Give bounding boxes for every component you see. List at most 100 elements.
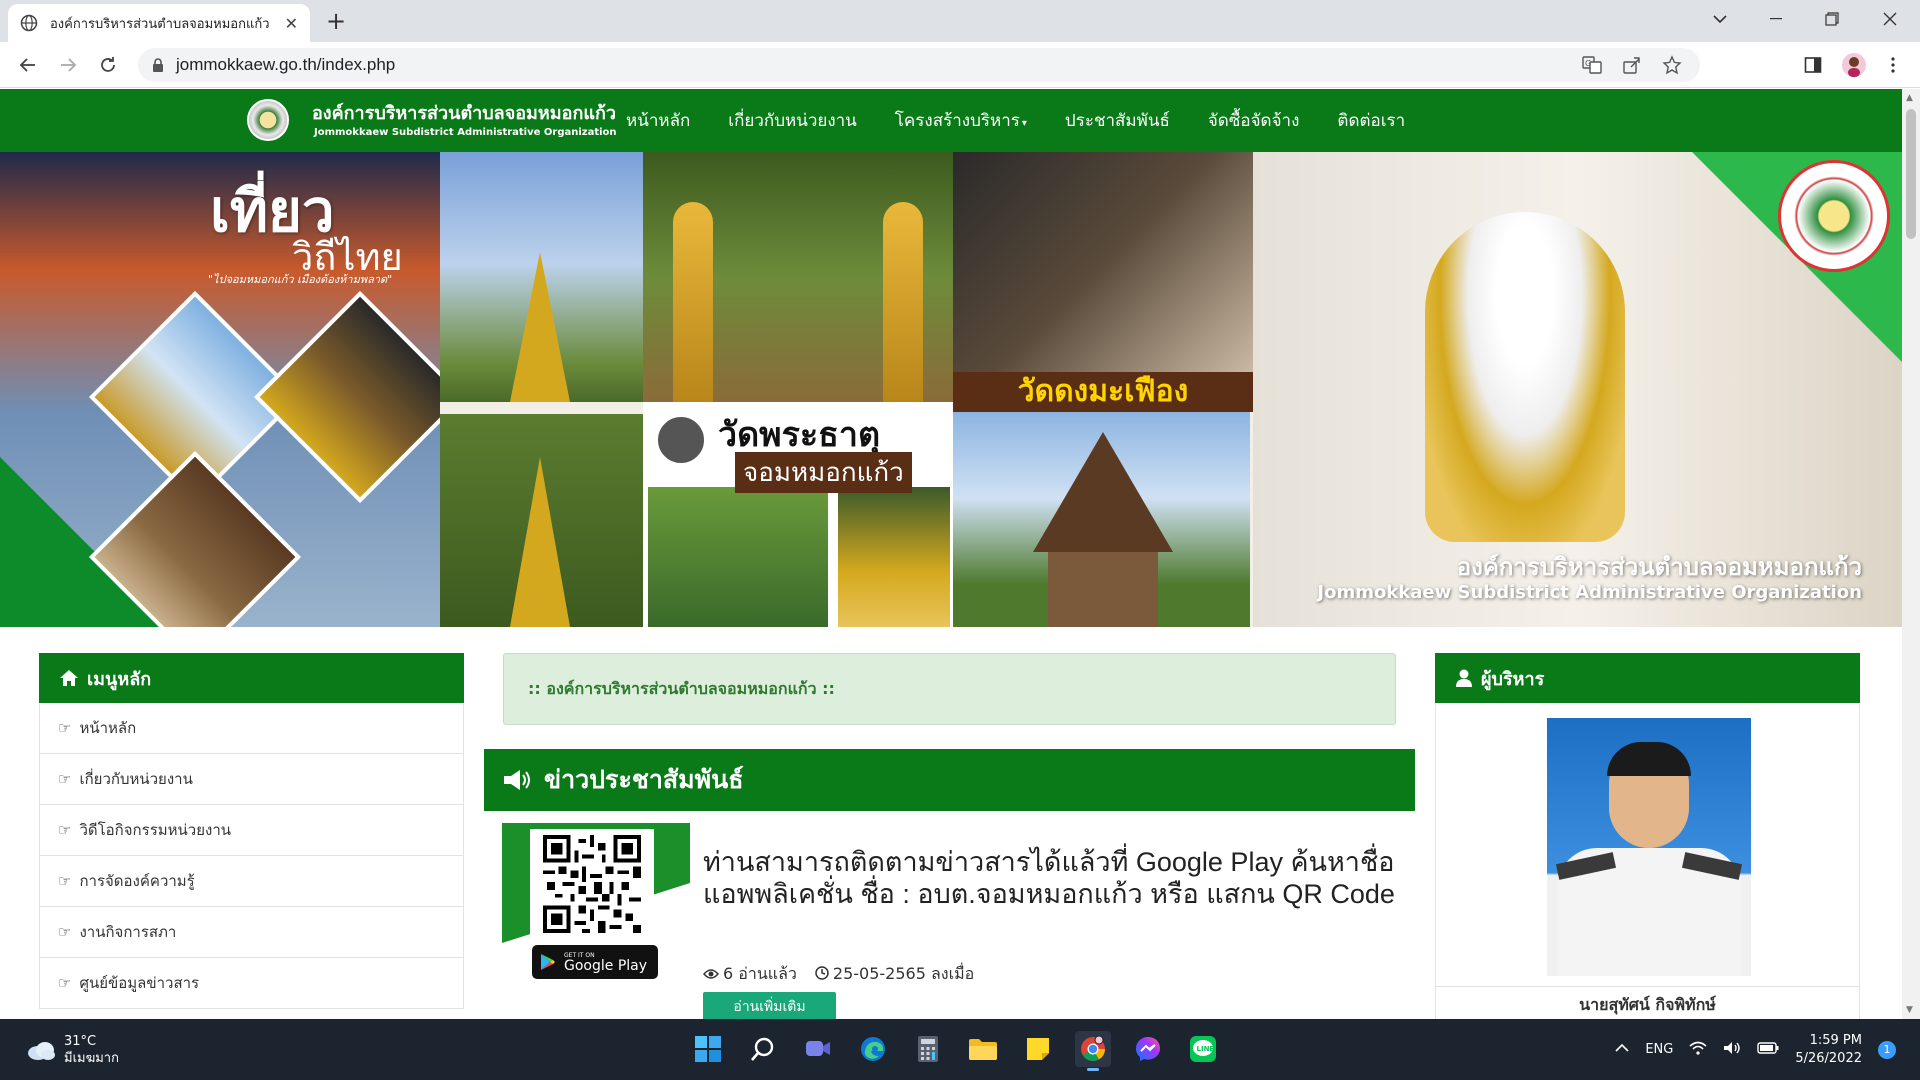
chevron-up-icon[interactable] — [1615, 1042, 1629, 1057]
google-play-icon — [541, 954, 555, 970]
clock-date: 5/26/2022 — [1795, 1050, 1862, 1066]
new-tab-button[interactable]: + — [322, 8, 350, 36]
sticky-note-icon — [1027, 1038, 1049, 1060]
executive-name: นายสุทัศน์ กิจพิทักษ์ — [1579, 995, 1716, 1014]
start-button[interactable] — [690, 1031, 726, 1067]
star-icon[interactable] — [1662, 55, 1682, 75]
banner-org-th: องค์การบริหารส่วนตำบลจอมหมอกแก้ว — [1456, 553, 1862, 581]
executive-header: ผู้บริหาร — [1435, 653, 1860, 703]
language-indicator[interactable]: ENG — [1645, 1042, 1673, 1057]
tab-title: องค์การบริหารส่วนตำบลจอมหมอกแก้ว — [50, 16, 270, 32]
browser-toolbar: jommokkaew.go.th/index.php G — [0, 42, 1920, 88]
close-icon — [1883, 12, 1897, 26]
nav-structure[interactable]: โครงสร้างบริหาร ▾ — [895, 107, 1027, 134]
reload-button[interactable] — [94, 51, 122, 79]
translate-icon[interactable]: G — [1582, 55, 1602, 75]
nav-pr[interactable]: ประชาสัมพันธ์ — [1065, 107, 1170, 134]
page-scrollbar[interactable]: ▲ ▼ — [1902, 89, 1920, 1019]
sidebar-item-label: การจัดองค์ความรู้ — [79, 872, 195, 890]
weather-widget[interactable]: 31°C มีเมฆมาก — [26, 1033, 119, 1067]
calculator-button[interactable] — [910, 1031, 946, 1067]
browser-tab-strip: องค์การบริหารส่วนตำบลจอมหมอกแก้ว ✕ + — [0, 0, 1920, 42]
minimize-button[interactable] — [1748, 0, 1804, 38]
nav-home[interactable]: หน้าหลัก — [626, 107, 690, 134]
forward-button[interactable] — [54, 51, 82, 79]
hand-point-icon: ☞ — [58, 923, 72, 941]
naga-right — [883, 202, 923, 402]
sidebar-item-about[interactable]: ☞ เกี่ยวกับหน่วยงาน — [39, 754, 464, 805]
news-views-text: 6 อ่านแล้ว — [723, 964, 797, 983]
back-button[interactable] — [14, 51, 42, 79]
clock[interactable]: 1:59 PM 5/26/2022 — [1795, 1032, 1862, 1068]
hand-point-icon: ☞ — [58, 974, 72, 992]
chat-camera-icon — [806, 1041, 830, 1056]
reload-icon — [101, 57, 115, 72]
read-more-button[interactable]: อ่านเพิ่มเติม — [703, 992, 836, 1019]
share-icon[interactable] — [1622, 55, 1642, 75]
edge-button[interactable] — [855, 1031, 891, 1067]
browser-tab[interactable]: องค์การบริหารส่วนตำบลจอมหมอกแก้ว ✕ — [8, 4, 310, 42]
teams-chat-button[interactable] — [800, 1031, 836, 1067]
nav-contact[interactable]: ติดต่อเรา — [1337, 107, 1405, 134]
volume-icon[interactable] — [1723, 1041, 1741, 1059]
org-seal — [1778, 160, 1890, 272]
search-button[interactable] — [745, 1031, 781, 1067]
qr-code — [530, 829, 654, 939]
sidebar-item-knowledge[interactable]: ☞ การจัดองค์ความรู้ — [39, 856, 464, 907]
tab-search-button[interactable] — [1692, 0, 1748, 38]
messenger-button[interactable] — [1130, 1031, 1166, 1067]
executive-photo — [1547, 718, 1751, 976]
news-views: 6 อ่านแล้ว — [703, 962, 797, 987]
clock-time: 1:59 PM — [1809, 1032, 1862, 1048]
banner-panel-interior — [953, 152, 1253, 372]
chrome-button[interactable] — [1075, 1031, 1111, 1071]
close-window-button[interactable] — [1862, 0, 1918, 38]
site-logo[interactable] — [247, 99, 289, 141]
hand-point-icon: ☞ — [58, 872, 72, 890]
messenger-icon — [1136, 1037, 1160, 1061]
folder-icon — [969, 1039, 997, 1060]
sticky-notes-button[interactable] — [1020, 1031, 1056, 1067]
eye-icon — [703, 965, 719, 984]
shrine-shape — [510, 457, 570, 627]
system-tray: ENG 1:59 PM 5/26/2022 1 — [1599, 1019, 1896, 1080]
site-name[interactable]: องค์การบริหารส่วนตำบลจอมหมอกแก้ว — [312, 98, 616, 127]
hand-point-icon: ☞ — [58, 821, 72, 839]
scroll-up-icon[interactable]: ▲ — [1906, 93, 1913, 103]
file-explorer-button[interactable] — [965, 1031, 1001, 1067]
google-play-badge[interactable]: GET IT ON Google Play — [532, 945, 658, 979]
wifi-icon[interactable] — [1689, 1041, 1707, 1059]
more-vert-icon — [1891, 57, 1895, 73]
nav-procurement[interactable]: จัดซื้อจัดจ้าง — [1208, 107, 1300, 134]
battery-icon[interactable] — [1757, 1041, 1779, 1058]
address-bar[interactable]: jommokkaew.go.th/index.php G — [138, 48, 1700, 82]
sidebar-item-home[interactable]: ☞ หน้าหลัก — [39, 703, 464, 754]
tab-close-icon[interactable]: ✕ — [285, 14, 298, 33]
windows-taskbar: 31°C มีเมฆมาก LINE ENG 1:59 PM 5/26/2022… — [0, 1019, 1920, 1080]
profile-avatar[interactable] — [1841, 52, 1867, 78]
sidebar-item-council[interactable]: ☞ งานกิจการสภา — [39, 907, 464, 958]
news-thumbnail[interactable]: GET IT ON Google Play — [502, 823, 690, 989]
scrollbar-thumb[interactable] — [1906, 109, 1916, 239]
main-menu-panel: เมนูหลัก ☞ หน้าหลัก ☞ เกี่ยวกับหน่วยงาน ☞ ว… — [39, 653, 464, 1009]
restore-icon — [1825, 12, 1839, 26]
welcome-banner: :: องค์การบริหารส่วนตำบลจอมหมอกแก้ว :: — [503, 653, 1396, 725]
sidebar-item-videos[interactable]: ☞ วิดีโอกิจกรรมหน่วยงาน — [39, 805, 464, 856]
line-icon: LINE — [1190, 1036, 1216, 1062]
line-button[interactable]: LINE — [1185, 1031, 1221, 1067]
browser-menu-button[interactable] — [1880, 52, 1906, 78]
news-headline[interactable]: ท่านสามารถติดตามข่าวสารได้แล้วที่ Google… — [703, 846, 1403, 910]
buddha-statue — [1425, 212, 1625, 542]
main-menu-header: เมนูหลัก — [39, 653, 464, 703]
notification-badge[interactable]: 1 — [1878, 1040, 1896, 1059]
nav-about[interactable]: เกี่ยวกับหน่วยงาน — [728, 107, 857, 134]
news-title: ข่าวประชาสัมพันธ์ — [544, 765, 744, 794]
scroll-down-icon[interactable]: ▼ — [1906, 1005, 1913, 1015]
banner-slogan: "ไปจอมหมอกแก้ว เมืองต้องห้ามพลาด" — [208, 273, 393, 286]
restore-button[interactable] — [1804, 0, 1860, 38]
weather-temp: 31°C — [64, 1034, 97, 1049]
side-panel-button[interactable] — [1800, 52, 1826, 78]
sidebar-item-info-center[interactable]: ☞ ศูนย์ข้อมูลข่าวสาร — [39, 958, 464, 1009]
taskbar-apps: LINE — [690, 1031, 1221, 1071]
home-icon — [60, 670, 78, 686]
